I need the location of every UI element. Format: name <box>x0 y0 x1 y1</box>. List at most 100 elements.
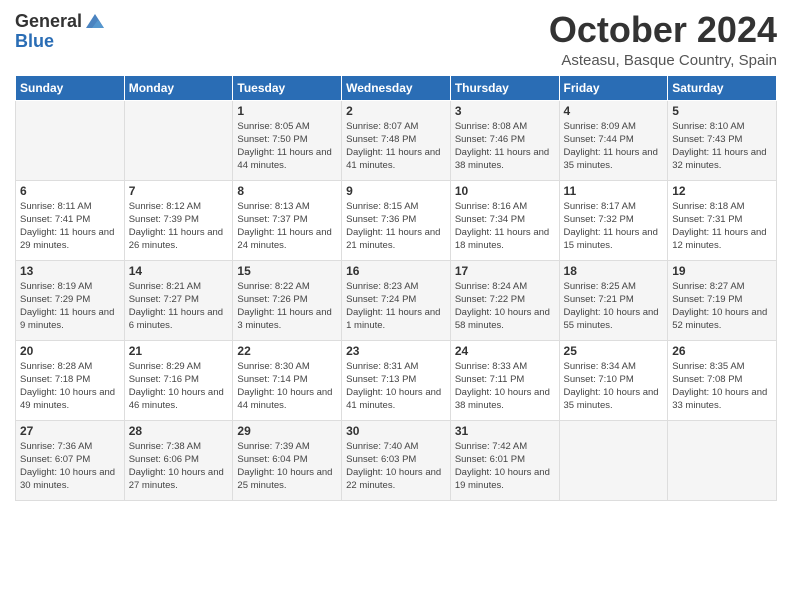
day-info: Sunrise: 7:36 AM Sunset: 6:07 PM Dayligh… <box>20 440 120 493</box>
day-number: 21 <box>129 344 229 358</box>
day-number: 2 <box>346 104 446 118</box>
day-info: Sunrise: 8:33 AM Sunset: 7:11 PM Dayligh… <box>455 360 555 413</box>
day-info: Sunrise: 8:17 AM Sunset: 7:32 PM Dayligh… <box>564 200 664 253</box>
day-number: 10 <box>455 184 555 198</box>
calendar-cell: 26Sunrise: 8:35 AM Sunset: 7:08 PM Dayli… <box>668 340 777 420</box>
calendar-cell: 17 Sunrise: 8:24 AM Sunset: 7:22 PM Dayli… <box>450 260 559 340</box>
calendar-cell: 7 Sunrise: 8:12 AM Sunset: 7:39 PM Daylig… <box>124 180 233 260</box>
day-info: Sunrise: 7:42 AM Sunset: 6:01 PM Dayligh… <box>455 440 555 493</box>
day-number: 4 <box>564 104 664 118</box>
day-info: Sunrise: 8:25 AM Sunset: 7:21 PM Dayligh… <box>564 280 664 333</box>
calendar-cell <box>668 420 777 500</box>
calendar-cell: 3Sunrise: 8:08 AM Sunset: 7:46 PM Daylig… <box>450 100 559 180</box>
day-number: 12 <box>672 184 772 198</box>
calendar-cell: 31Sunrise: 7:42 AM Sunset: 6:01 PM Dayli… <box>450 420 559 500</box>
day-number: 11 <box>564 184 664 198</box>
day-info: Sunrise: 8:10 AM Sunset: 7:43 PM Dayligh… <box>672 120 772 173</box>
day-info: Sunrise: 8:23 AM Sunset: 7:24 PM Dayligh… <box>346 280 446 333</box>
day-number: 16 <box>346 264 446 278</box>
day-info: Sunrise: 8:27 AM Sunset: 7:19 PM Dayligh… <box>672 280 772 333</box>
calendar-cell: 24Sunrise: 8:33 AM Sunset: 7:11 PM Dayli… <box>450 340 559 420</box>
day-number: 6 <box>20 184 120 198</box>
calendar-cell: 28Sunrise: 7:38 AM Sunset: 6:06 PM Dayli… <box>124 420 233 500</box>
day-number: 13 <box>20 264 120 278</box>
day-info: Sunrise: 8:24 AM Sunset: 7:22 PM Dayligh… <box>455 280 555 333</box>
calendar-cell: 8Sunrise: 8:13 AM Sunset: 7:37 PM Daylig… <box>233 180 342 260</box>
weekday-header-sunday: Sunday <box>16 75 125 100</box>
day-number: 14 <box>129 264 229 278</box>
calendar-cell: 20 Sunrise: 8:28 AM Sunset: 7:18 PM Dayli… <box>16 340 125 420</box>
day-number: 20 <box>20 344 120 358</box>
day-number: 9 <box>346 184 446 198</box>
calendar-cell: 5 Sunrise: 8:10 AM Sunset: 7:43 PM Daylig… <box>668 100 777 180</box>
calendar-cell: 30 Sunrise: 7:40 AM Sunset: 6:03 PM Dayli… <box>342 420 451 500</box>
day-number: 23 <box>346 344 446 358</box>
location-title: Asteasu, Basque Country, Spain <box>549 52 777 69</box>
day-number: 30 <box>346 424 446 438</box>
day-number: 22 <box>237 344 337 358</box>
weekday-header-tuesday: Tuesday <box>233 75 342 100</box>
day-number: 5 <box>672 104 772 118</box>
day-info: Sunrise: 8:31 AM Sunset: 7:13 PM Dayligh… <box>346 360 446 413</box>
day-info: Sunrise: 8:29 AM Sunset: 7:16 PM Dayligh… <box>129 360 229 413</box>
calendar-cell: 1 Sunrise: 8:05 AM Sunset: 7:50 PM Daylig… <box>233 100 342 180</box>
day-info: Sunrise: 8:18 AM Sunset: 7:31 PM Dayligh… <box>672 200 772 253</box>
day-info: Sunrise: 8:28 AM Sunset: 7:18 PM Dayligh… <box>20 360 120 413</box>
day-number: 3 <box>455 104 555 118</box>
calendar-cell <box>559 420 668 500</box>
day-info: Sunrise: 8:22 AM Sunset: 7:26 PM Dayligh… <box>237 280 337 333</box>
day-number: 7 <box>129 184 229 198</box>
calendar-cell <box>16 100 125 180</box>
calendar-week-row: 27 Sunrise: 7:36 AM Sunset: 6:07 PM Dayli… <box>16 420 777 500</box>
calendar-cell: 21 Sunrise: 8:29 AM Sunset: 7:16 PM Dayli… <box>124 340 233 420</box>
page-header: General Blue October 2024 Asteasu, Basqu… <box>15 10 777 69</box>
day-info: Sunrise: 8:07 AM Sunset: 7:48 PM Dayligh… <box>346 120 446 173</box>
day-number: 29 <box>237 424 337 438</box>
day-info: Sunrise: 8:30 AM Sunset: 7:14 PM Dayligh… <box>237 360 337 413</box>
day-info: Sunrise: 8:35 AM Sunset: 7:08 PM Dayligh… <box>672 360 772 413</box>
logo-icon <box>84 10 106 32</box>
calendar-cell: 23 Sunrise: 8:31 AM Sunset: 7:13 PM Dayli… <box>342 340 451 420</box>
day-number: 17 <box>455 264 555 278</box>
title-section: October 2024 Asteasu, Basque Country, Sp… <box>549 10 777 69</box>
day-info: Sunrise: 8:11 AM Sunset: 7:41 PM Dayligh… <box>20 200 120 253</box>
weekday-header-wednesday: Wednesday <box>342 75 451 100</box>
calendar-week-row: 1 Sunrise: 8:05 AM Sunset: 7:50 PM Daylig… <box>16 100 777 180</box>
calendar-week-row: 20 Sunrise: 8:28 AM Sunset: 7:18 PM Dayli… <box>16 340 777 420</box>
day-info: Sunrise: 7:40 AM Sunset: 6:03 PM Dayligh… <box>346 440 446 493</box>
month-title: October 2024 <box>549 10 777 50</box>
weekday-header-row: SundayMondayTuesdayWednesdayThursdayFrid… <box>16 75 777 100</box>
calendar-cell: 18 Sunrise: 8:25 AM Sunset: 7:21 PM Dayli… <box>559 260 668 340</box>
weekday-header-saturday: Saturday <box>668 75 777 100</box>
logo: General Blue <box>15 10 106 52</box>
day-number: 19 <box>672 264 772 278</box>
calendar-table: SundayMondayTuesdayWednesdayThursdayFrid… <box>15 75 777 501</box>
day-number: 1 <box>237 104 337 118</box>
calendar-cell: 11 Sunrise: 8:17 AM Sunset: 7:32 PM Dayli… <box>559 180 668 260</box>
calendar-cell: 10 Sunrise: 8:16 AM Sunset: 7:34 PM Dayli… <box>450 180 559 260</box>
calendar-cell: 4 Sunrise: 8:09 AM Sunset: 7:44 PM Daylig… <box>559 100 668 180</box>
day-info: Sunrise: 8:09 AM Sunset: 7:44 PM Dayligh… <box>564 120 664 173</box>
day-info: Sunrise: 8:34 AM Sunset: 7:10 PM Dayligh… <box>564 360 664 413</box>
day-number: 27 <box>20 424 120 438</box>
day-number: 28 <box>129 424 229 438</box>
calendar-cell: 27 Sunrise: 7:36 AM Sunset: 6:07 PM Dayli… <box>16 420 125 500</box>
day-number: 8 <box>237 184 337 198</box>
calendar-cell: 13 Sunrise: 8:19 AM Sunset: 7:29 PM Dayli… <box>16 260 125 340</box>
day-number: 18 <box>564 264 664 278</box>
weekday-header-monday: Monday <box>124 75 233 100</box>
day-info: Sunrise: 8:15 AM Sunset: 7:36 PM Dayligh… <box>346 200 446 253</box>
calendar-cell: 14 Sunrise: 8:21 AM Sunset: 7:27 PM Dayli… <box>124 260 233 340</box>
day-info: Sunrise: 8:12 AM Sunset: 7:39 PM Dayligh… <box>129 200 229 253</box>
day-info: Sunrise: 8:21 AM Sunset: 7:27 PM Dayligh… <box>129 280 229 333</box>
calendar-cell: 19 Sunrise: 8:27 AM Sunset: 7:19 PM Dayli… <box>668 260 777 340</box>
calendar-cell: 6 Sunrise: 8:11 AM Sunset: 7:41 PM Daylig… <box>16 180 125 260</box>
day-number: 25 <box>564 344 664 358</box>
day-info: Sunrise: 8:19 AM Sunset: 7:29 PM Dayligh… <box>20 280 120 333</box>
calendar-cell: 29 Sunrise: 7:39 AM Sunset: 6:04 PM Dayli… <box>233 420 342 500</box>
day-info: Sunrise: 8:16 AM Sunset: 7:34 PM Dayligh… <box>455 200 555 253</box>
day-info: Sunrise: 7:39 AM Sunset: 6:04 PM Dayligh… <box>237 440 337 493</box>
calendar-cell: 15Sunrise: 8:22 AM Sunset: 7:26 PM Dayli… <box>233 260 342 340</box>
weekday-header-thursday: Thursday <box>450 75 559 100</box>
day-info: Sunrise: 8:05 AM Sunset: 7:50 PM Dayligh… <box>237 120 337 173</box>
